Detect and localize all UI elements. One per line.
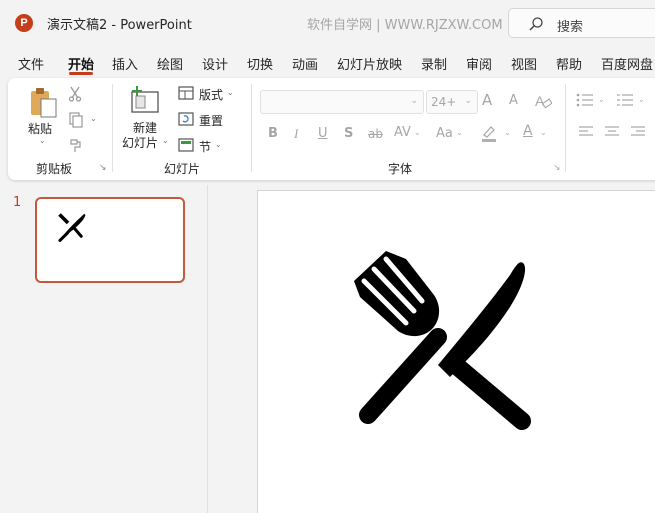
new-slide-label-line2[interactable]: 幻灯片 — [122, 134, 158, 151]
clipboard-launcher-icon[interactable]: ↘ — [99, 163, 107, 173]
layout-button[interactable]: 版式 — [199, 86, 223, 103]
tab-view[interactable]: 视图 — [511, 54, 537, 73]
chevron-down-icon[interactable]: ⌄ — [504, 128, 511, 137]
font-name-select[interactable]: ⌄ — [260, 90, 424, 114]
title-bar: P 演示文稿2 - PowerPoint 软件自学网 | WWW.RJZXW.C… — [0, 0, 655, 46]
slide-thumbnail[interactable] — [35, 197, 185, 283]
slide-canvas[interactable] — [257, 190, 655, 513]
align-center-icon[interactable] — [604, 125, 620, 139]
powerpoint-logo-icon: P — [15, 14, 33, 32]
clear-formatting-icon[interactable]: A — [534, 92, 552, 110]
tab-slideshow[interactable]: 幻灯片放映 — [337, 54, 402, 73]
new-slide-icon[interactable] — [128, 86, 162, 114]
watermark-text: 软件自学网 | WWW.RJZXW.COM — [307, 18, 503, 33]
fork-knife-icon — [354, 251, 531, 430]
chevron-down-icon[interactable]: ⌄ — [540, 128, 547, 137]
shrink-font-button[interactable]: A — [509, 93, 518, 108]
section-button[interactable]: 节 — [199, 138, 211, 155]
chevron-down-icon[interactable]: ⌄ — [638, 95, 645, 104]
cut-icon[interactable] — [68, 86, 82, 102]
document-title: 演示文稿2 - PowerPoint — [47, 18, 192, 33]
paste-icon[interactable] — [28, 86, 58, 118]
layout-icon[interactable] — [178, 86, 194, 100]
bold-button[interactable]: B — [268, 126, 278, 141]
search-label: 搜索 — [557, 20, 584, 35]
font-size-value: 24+ — [431, 95, 457, 109]
slides-group-label: 幻灯片 — [164, 162, 201, 176]
font-size-select[interactable]: 24+ ⌄ — [426, 90, 478, 114]
change-case-button[interactable]: Aa — [436, 126, 453, 141]
reset-button[interactable]: 重置 — [199, 112, 223, 129]
tab-home[interactable]: 开始 — [68, 54, 94, 73]
tab-transitions[interactable]: 切换 — [247, 54, 273, 73]
tab-help[interactable]: 帮助 — [556, 54, 582, 73]
grow-font-button[interactable]: A — [482, 91, 492, 109]
copy-dropdown-icon[interactable]: ⌄ — [90, 114, 97, 123]
bullets-icon[interactable] — [576, 92, 594, 108]
chevron-down-icon[interactable]: ⌄ — [598, 95, 605, 104]
copy-icon[interactable] — [68, 112, 84, 128]
layout-dropdown-icon[interactable]: ⌄ — [227, 88, 234, 97]
section-dropdown-icon[interactable]: ⌄ — [215, 140, 222, 149]
search-input[interactable]: 搜索 — [508, 8, 655, 38]
group-divider — [112, 84, 113, 172]
align-left-icon[interactable] — [578, 125, 594, 139]
tab-draw[interactable]: 绘图 — [157, 54, 183, 73]
svg-text:A: A — [535, 93, 545, 109]
group-divider — [565, 84, 566, 172]
character-spacing-button[interactable]: AV — [394, 125, 411, 140]
tab-review[interactable]: 审阅 — [466, 54, 492, 73]
align-right-icon[interactable] — [630, 125, 646, 139]
paste-button[interactable]: 粘贴 — [28, 120, 52, 137]
chevron-down-icon: ⌄ — [410, 96, 418, 106]
highlight-color-icon[interactable] — [480, 124, 498, 142]
tab-record[interactable]: 录制 — [421, 54, 447, 73]
search-icon — [529, 17, 543, 31]
shadow-button[interactable]: S — [344, 126, 353, 141]
strikethrough-button[interactable]: ab — [368, 127, 383, 141]
underline-button[interactable]: U — [318, 126, 328, 141]
reset-icon[interactable] — [178, 112, 194, 126]
ribbon-tabs: 文件 开始 插入 绘图 设计 切换 动画 幻灯片放映 录制 审阅 视图 帮助 百… — [0, 50, 655, 76]
tab-file[interactable]: 文件 — [18, 54, 44, 73]
tab-design[interactable]: 设计 — [202, 54, 228, 73]
font-group-label: 字体 — [388, 162, 413, 176]
chevron-down-icon[interactable]: ⌄ — [414, 128, 421, 137]
tab-animations[interactable]: 动画 — [292, 54, 318, 73]
panel-divider — [207, 185, 208, 513]
italic-button[interactable]: I — [294, 126, 298, 142]
slide-number: 1 — [13, 195, 22, 210]
chevron-down-icon: ⌄ — [464, 96, 472, 106]
section-icon[interactable] — [178, 138, 194, 152]
fork-knife-icon — [58, 213, 86, 242]
new-slide-dropdown-icon[interactable]: ⌄ — [162, 136, 169, 145]
group-divider — [251, 84, 252, 172]
tab-insert[interactable]: 插入 — [112, 54, 138, 73]
chevron-down-icon[interactable]: ⌄ — [456, 128, 463, 137]
format-painter-icon[interactable] — [68, 138, 84, 154]
active-tab-indicator — [69, 72, 93, 75]
paste-dropdown-icon[interactable]: ⌄ — [39, 136, 46, 145]
font-launcher-icon[interactable]: ↘ — [553, 163, 561, 173]
clipboard-group-label: 剪贴板 — [36, 162, 73, 176]
font-color-button[interactable]: A — [523, 123, 533, 139]
numbering-icon[interactable] — [616, 92, 634, 108]
tab-baidu[interactable]: 百度网盘 — [601, 54, 653, 73]
ribbon: 粘贴 ⌄ ⌄ 剪贴板 ↘ 新建 幻灯片 ⌄ 版式 ⌄ 重置 节 ⌄ 幻灯片 ⌄ … — [8, 78, 655, 180]
